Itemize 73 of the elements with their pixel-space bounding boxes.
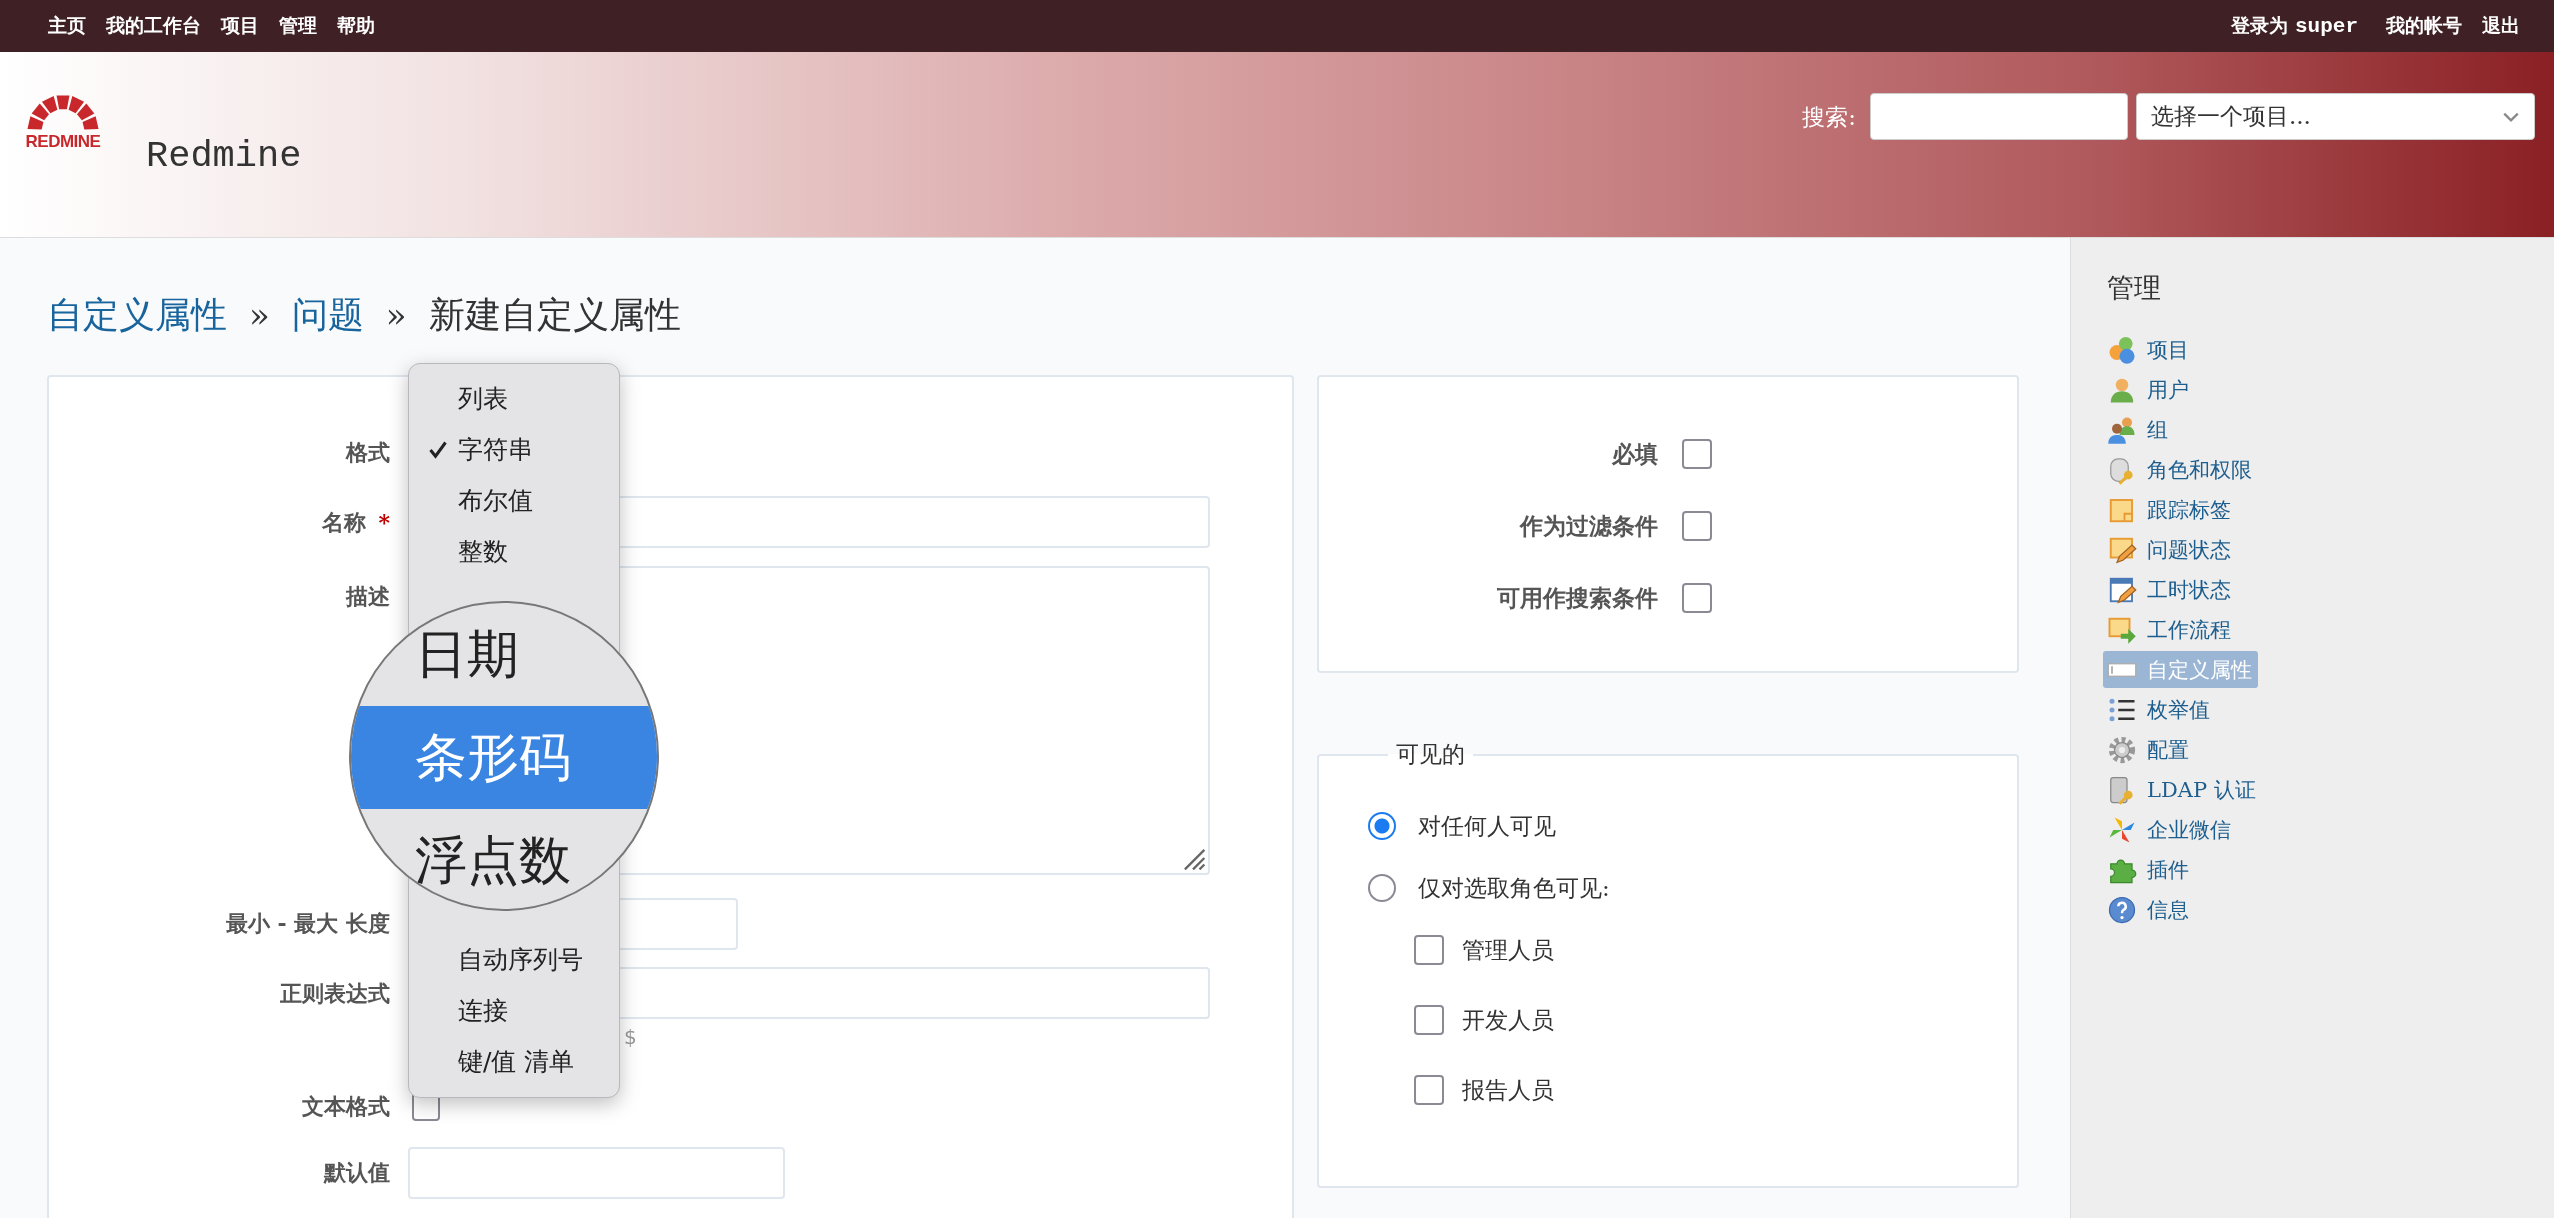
page-title: 新建自定义属性 bbox=[428, 292, 681, 337]
field-label: 可用作搜索条件 bbox=[1496, 582, 1658, 613]
breadcrumb-link[interactable]: 问题 bbox=[291, 290, 364, 340]
site-title: Redmine bbox=[146, 134, 302, 178]
checkbox-label: 报告人员 bbox=[1462, 1075, 1554, 1105]
field-label: 作为过滤条件 bbox=[1518, 510, 1658, 541]
radio-label: 仅对选取角色可见: bbox=[1418, 873, 1610, 903]
menu-option[interactable]: 连接 bbox=[409, 985, 619, 1036]
nav-link[interactable]: 帮助 bbox=[337, 13, 375, 39]
nav-link[interactable]: 主页 bbox=[48, 13, 86, 39]
settings-icon bbox=[2107, 734, 2137, 765]
checkbox[interactable] bbox=[1682, 583, 1712, 613]
nav-link[interactable]: 我的工作台 bbox=[106, 13, 201, 39]
field-label: 文本格式 bbox=[301, 1092, 390, 1121]
help-icon bbox=[2107, 894, 2137, 925]
username: super bbox=[2295, 15, 2358, 38]
sidebar-item[interactable]: 问题状态 bbox=[2103, 531, 2237, 568]
field-label: 默认值 bbox=[322, 1158, 390, 1187]
sidebar-item[interactable]: 插件 bbox=[2103, 851, 2195, 888]
field-label: 名称 * bbox=[321, 508, 390, 537]
menu-option[interactable]: 布尔值 bbox=[409, 475, 619, 526]
breadcrumb-link[interactable]: 自定义属性 bbox=[47, 290, 227, 340]
hint-text: $ bbox=[623, 1025, 638, 1051]
checkbox-label: 管理人员 bbox=[1462, 935, 1554, 965]
logo-wordmark: REDMINE bbox=[25, 132, 101, 152]
checkbox[interactable] bbox=[1414, 1075, 1444, 1105]
radio-button[interactable] bbox=[1368, 874, 1396, 902]
nav-link[interactable]: 管理 bbox=[279, 13, 317, 39]
radio-label: 对任何人可见 bbox=[1418, 811, 1556, 841]
nav-link[interactable]: 我的帐号 bbox=[2386, 13, 2462, 39]
menu-option[interactable]: 自动序列号 bbox=[409, 934, 619, 985]
sidebar-item[interactable]: 工时状态 bbox=[2103, 571, 2237, 608]
field-label: 格式 bbox=[344, 438, 390, 467]
sidebar-item[interactable]: LDAP 认证 bbox=[2103, 771, 2262, 808]
menu-option[interactable]: 字符串 bbox=[409, 424, 619, 475]
checkbox[interactable] bbox=[1682, 439, 1712, 469]
sidebar-item[interactable]: 企业微信 bbox=[2103, 811, 2237, 848]
chevron-icon bbox=[2502, 110, 2520, 123]
sidebar-item[interactable]: 信息 bbox=[2103, 891, 2195, 928]
radio-button[interactable] bbox=[1368, 812, 1396, 840]
menu-option[interactable]: 整数 bbox=[409, 526, 619, 577]
sidebar-item[interactable]: 角色和权限 bbox=[2103, 451, 2258, 488]
logged-in-label: 登录为 bbox=[2231, 14, 2289, 36]
search-field[interactable] bbox=[1870, 93, 2128, 140]
field-label: 正则表达式 bbox=[279, 979, 390, 1008]
menu-option[interactable]: 键/值 清单 bbox=[409, 1036, 619, 1087]
sidebar-item[interactable]: 组 bbox=[2103, 411, 2174, 448]
checkbox[interactable] bbox=[1414, 935, 1444, 965]
nav-link[interactable]: 项目 bbox=[221, 13, 259, 39]
sidebar-item[interactable]: 项目 bbox=[2103, 331, 2195, 368]
field-label: 最小 - 最大 长度 bbox=[224, 909, 390, 938]
text-field[interactable] bbox=[408, 1147, 785, 1199]
menu-option[interactable]: 列表 bbox=[409, 373, 619, 424]
nav-link[interactable]: 退出 bbox=[2482, 13, 2520, 39]
sidebar-item[interactable]: 枚举值 bbox=[2103, 691, 2216, 728]
checkbox[interactable] bbox=[1414, 1005, 1444, 1035]
sidebar-item[interactable]: 配置 bbox=[2103, 731, 2195, 768]
magnified-option[interactable]: 条形码 bbox=[351, 706, 657, 809]
breadcrumb-separator: » bbox=[385, 295, 407, 335]
magnified-option[interactable]: 浮点数 bbox=[351, 809, 657, 909]
sidebar-item[interactable]: 跟踪标签 bbox=[2103, 491, 2237, 528]
legend-text: 可见的 bbox=[1395, 740, 1466, 769]
circles-icon bbox=[2107, 334, 2137, 365]
breadcrumb-separator: » bbox=[249, 295, 270, 335]
sidebar-item[interactable]: 用户 bbox=[2103, 371, 2195, 408]
sidebar-item[interactable]: 工作流程 bbox=[2103, 611, 2237, 648]
field-label: 必填 bbox=[1611, 438, 1658, 469]
checkbox[interactable] bbox=[1682, 511, 1712, 541]
field-label: 描述 bbox=[344, 582, 390, 611]
sidebar-title: 管理 bbox=[2107, 271, 2162, 305]
checkbox-label: 开发人员 bbox=[1462, 1005, 1554, 1035]
search-label: 搜索: bbox=[1802, 103, 1856, 132]
project-select[interactable]: 选择一个项目... bbox=[2136, 93, 2535, 140]
